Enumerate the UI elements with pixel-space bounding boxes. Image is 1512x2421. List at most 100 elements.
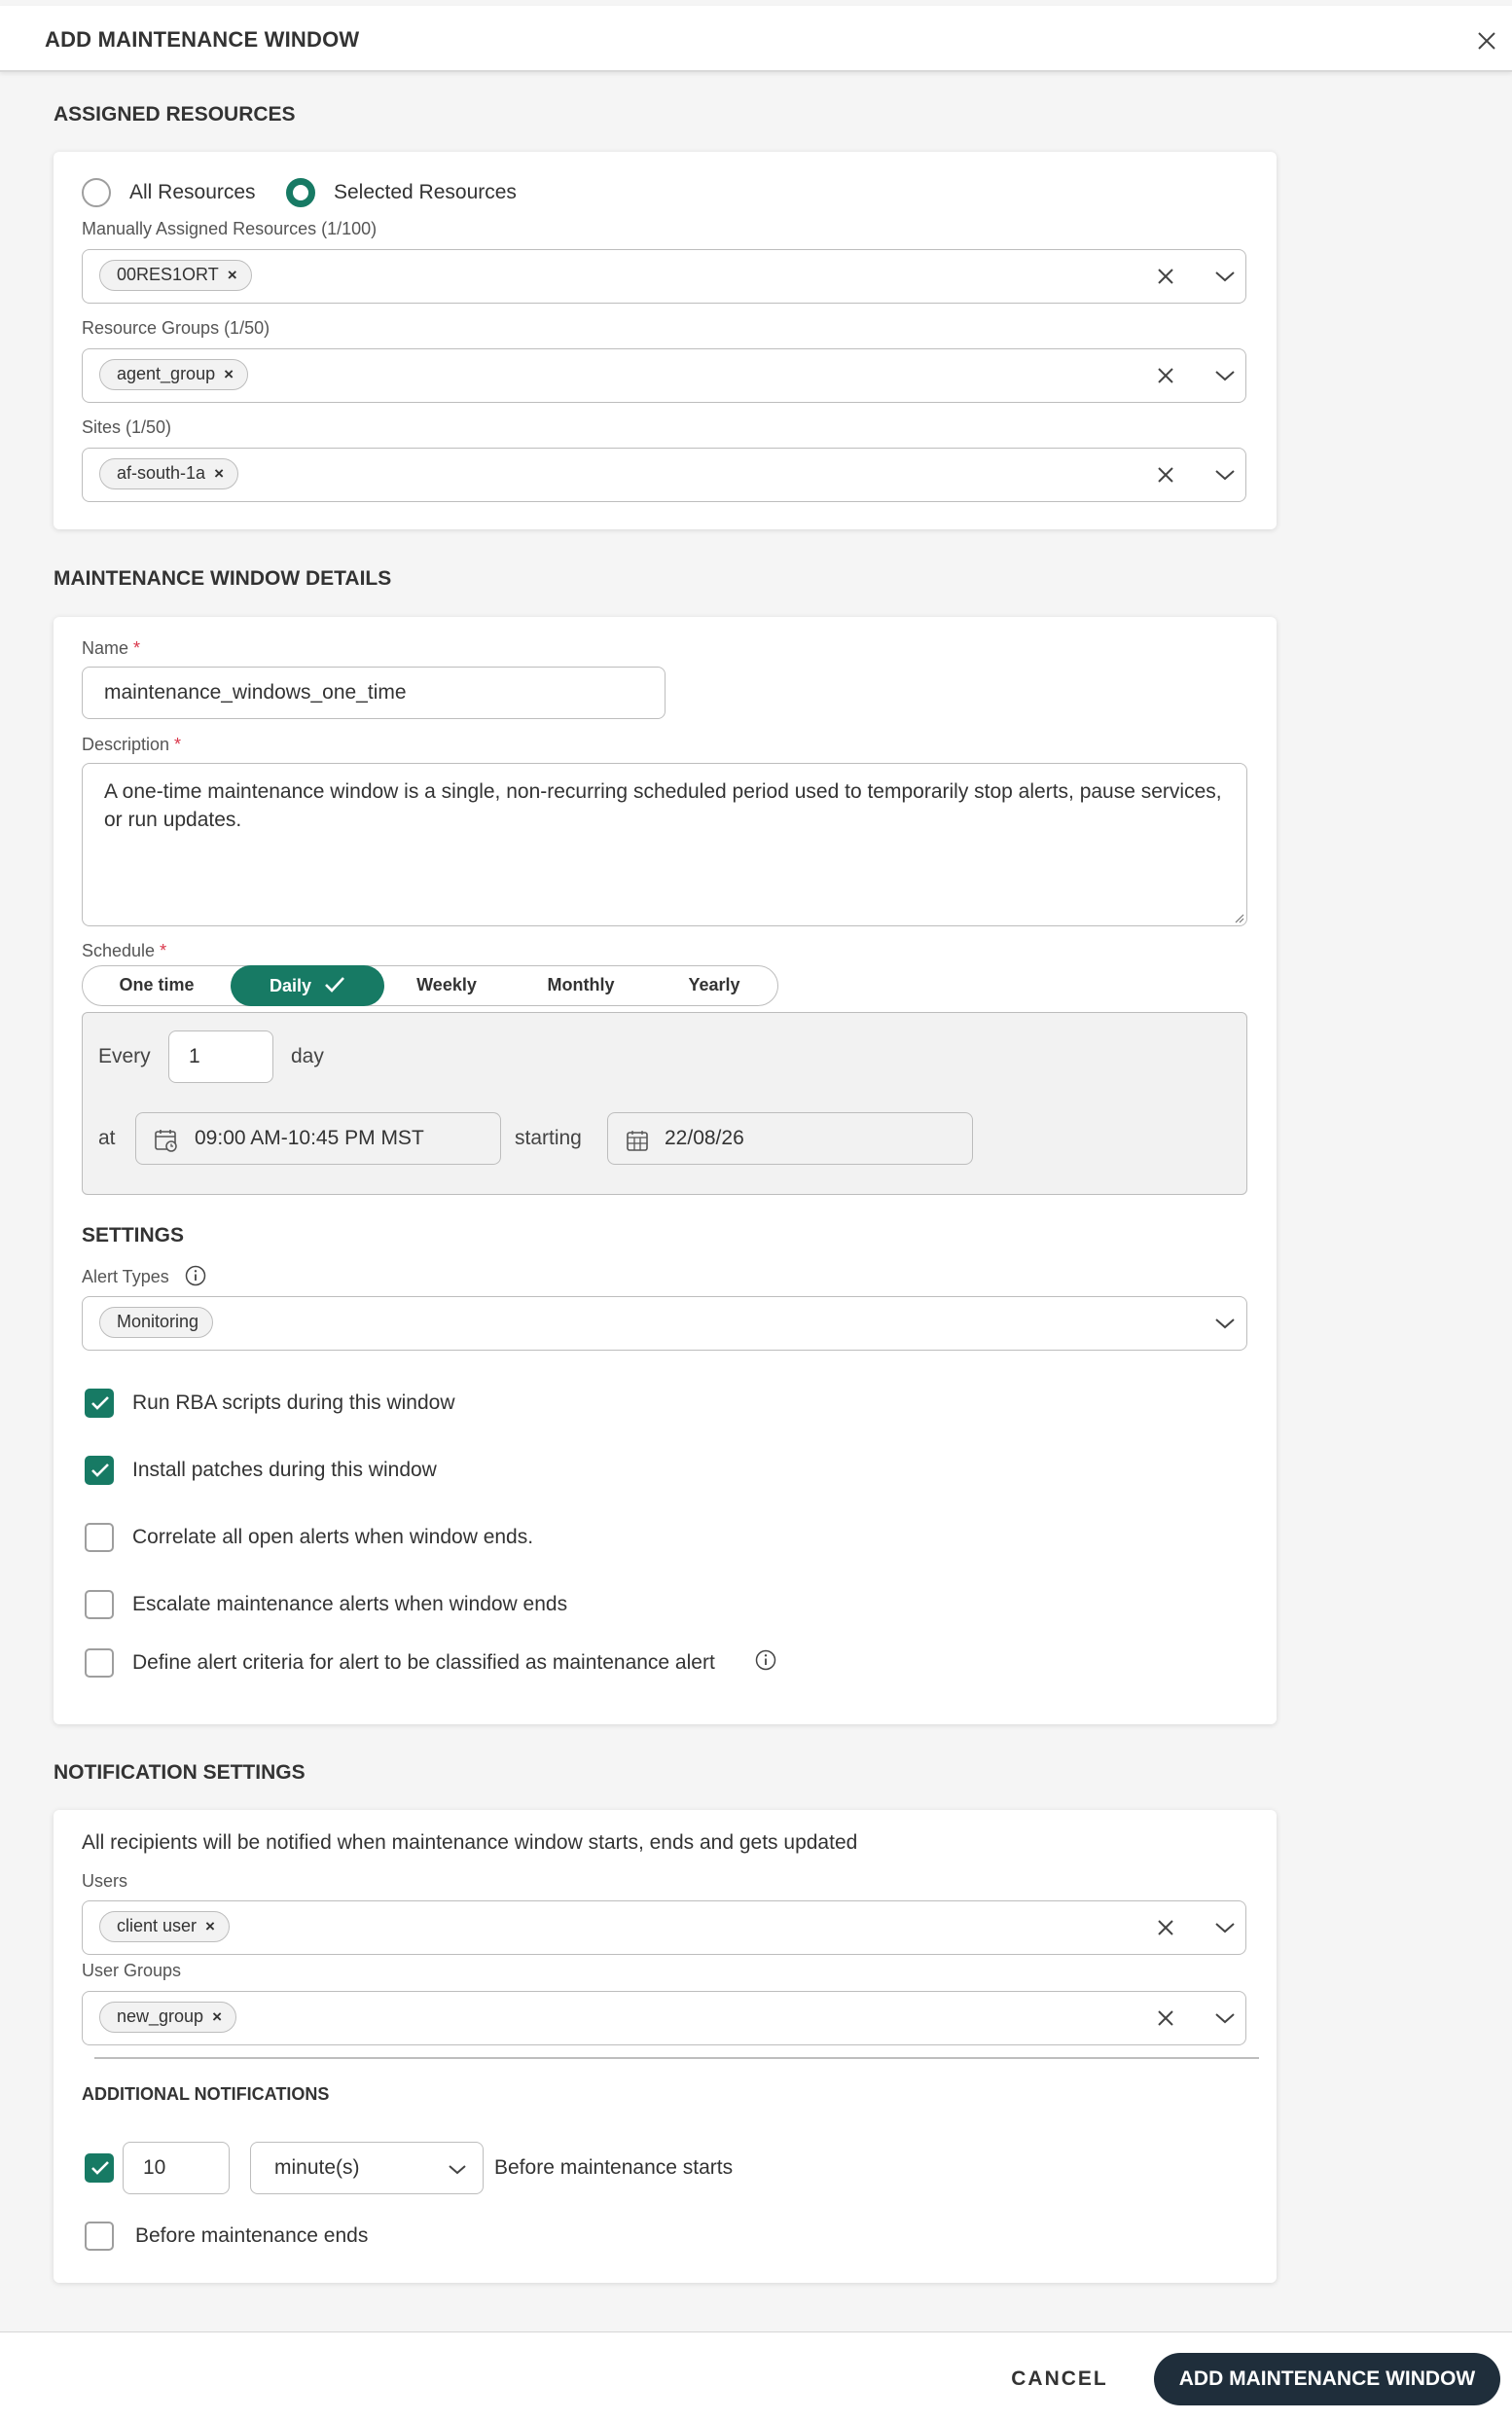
details-title: MAINTENANCE WINDOW DETAILS (54, 567, 392, 590)
before-start-unit-select[interactable]: minute(s) (250, 2142, 484, 2194)
cancel-button[interactable]: CANCEL (992, 2355, 1127, 2403)
check-icon (91, 1396, 109, 1410)
chip-label: agent_group (117, 364, 216, 383)
assigned-resources-title: ASSIGNED RESOURCES (54, 103, 296, 126)
resource-groups-label: Resource Groups (1/50) (82, 318, 270, 338)
chip-resource-group: agent_group × (99, 359, 249, 390)
resize-handle-icon[interactable] (1233, 912, 1244, 923)
chip-label: client user (117, 1916, 198, 1935)
time-range-input[interactable]: 09:00 AM-10:45 PM MST (135, 1112, 501, 1165)
modal-title: ADD MAINTENANCE WINDOW (45, 27, 360, 52)
calendar-icon (627, 1131, 648, 1151)
schedule-option-monthly[interactable]: Monthly (509, 966, 653, 1004)
sites-select[interactable]: af-south-1a × (82, 448, 1246, 502)
check-icon (91, 1463, 109, 1477)
checkbox-correlate-alerts-label: Correlate all open alerts when window en… (132, 1526, 534, 1548)
clear-icon[interactable] (1154, 2006, 1177, 2030)
chevron-down-icon[interactable] (1213, 265, 1237, 288)
checkbox-define-criteria-label: Define alert criteria for alert to be cl… (132, 1651, 715, 1674)
checkbox-define-criteria[interactable] (85, 1648, 114, 1678)
chip-label: 00RES1ORT (117, 265, 219, 284)
radio-selected-resources[interactable] (286, 178, 315, 207)
chip-remove-icon[interactable]: × (205, 1917, 215, 1935)
user-groups-label: User Groups (82, 1961, 182, 1980)
name-label-text: Name (82, 638, 129, 658)
checkbox-before-end[interactable] (85, 2222, 114, 2251)
check-icon (91, 2161, 109, 2175)
chevron-down-icon[interactable] (1213, 1916, 1237, 1939)
assigned-resources-card: All Resources Selected Resources Manuall… (54, 152, 1277, 529)
before-start-label: Before maintenance starts (494, 2156, 734, 2179)
description-label-text: Description (82, 735, 170, 754)
start-date-value: 22/08/26 (665, 1127, 744, 1149)
divider (94, 2057, 1259, 2059)
clear-icon[interactable] (1154, 265, 1177, 288)
notification-settings-card: All recipients will be notified when mai… (54, 1810, 1277, 2283)
radio-selected-resources-label: Selected Resources (334, 181, 517, 203)
schedule-label-text: Schedule (82, 941, 156, 960)
checkbox-escalate-alerts[interactable] (85, 1590, 114, 1619)
alert-types-select[interactable]: Monitoring (82, 1296, 1247, 1351)
at-label: at (98, 1127, 116, 1149)
chip-site: af-south-1a × (99, 458, 238, 489)
checkbox-correlate-alerts[interactable] (85, 1523, 114, 1552)
additional-notifications-title: ADDITIONAL NOTIFICATIONS (82, 2084, 330, 2104)
alert-types-label: Alert Types (82, 1267, 169, 1286)
every-input-value: 1 (189, 1045, 200, 1067)
chevron-down-icon[interactable] (1213, 1312, 1237, 1335)
chevron-down-icon[interactable] (1213, 463, 1237, 487)
schedule-option-one-time[interactable]: One time (83, 966, 231, 1004)
name-input[interactable]: maintenance_windows_one_time (82, 667, 666, 719)
every-label: Every (98, 1045, 151, 1067)
checkbox-install-patches[interactable] (85, 1456, 114, 1485)
chip-label: new_group (117, 2006, 204, 2026)
clear-icon[interactable] (1154, 364, 1177, 387)
add-maintenance-window-button[interactable]: ADD MAINTENANCE WINDOW (1154, 2353, 1500, 2405)
chip-label: Monitoring (117, 1312, 199, 1331)
chevron-down-icon[interactable] (1213, 2006, 1237, 2030)
every-input[interactable]: 1 (168, 1030, 273, 1083)
close-icon[interactable] (1475, 29, 1498, 53)
chip-user-group: new_group × (99, 2002, 237, 2033)
schedule-option-weekly[interactable]: Weekly (384, 966, 509, 1004)
info-icon[interactable] (185, 1265, 206, 1286)
manual-resources-select[interactable]: 00RES1ORT × (82, 249, 1246, 304)
chip-user: client user × (99, 1911, 230, 1942)
chip-alert-type: Monitoring (99, 1307, 214, 1338)
description-textarea[interactable]: A one-time maintenance window is a singl… (82, 763, 1247, 926)
time-range-value: 09:00 AM-10:45 PM MST (195, 1127, 424, 1149)
chevron-down-icon[interactable] (1213, 364, 1237, 387)
checkbox-run-rba-label: Run RBA scripts during this window (132, 1391, 455, 1414)
schedule-option-yearly[interactable]: Yearly (653, 966, 775, 1004)
every-unit: day (291, 1045, 324, 1067)
radio-all-resources[interactable] (82, 178, 111, 207)
chip-remove-icon[interactable]: × (224, 365, 234, 383)
name-label: Name * (82, 638, 141, 658)
before-start-amount-input[interactable]: 10 (123, 2142, 230, 2194)
check-icon (325, 977, 344, 993)
schedule-label: Schedule * (82, 941, 167, 960)
clear-icon[interactable] (1154, 463, 1177, 487)
description-label: Description * (82, 735, 182, 754)
users-label: Users (82, 1871, 128, 1891)
user-groups-select[interactable]: new_group × (82, 1991, 1246, 2045)
chip-remove-icon[interactable]: × (228, 266, 237, 284)
starting-label: starting (515, 1127, 582, 1149)
schedule-option-daily[interactable]: Daily (231, 965, 384, 1006)
checkbox-run-rba[interactable] (85, 1389, 114, 1418)
description-value: A one-time maintenance window is a singl… (104, 780, 1222, 831)
resource-groups-select[interactable]: agent_group × (82, 348, 1246, 403)
info-icon[interactable] (755, 1649, 776, 1671)
chip-remove-icon[interactable]: × (214, 464, 224, 483)
schedule-segmented-control: One time Daily Weekly Monthly Yearly (82, 965, 778, 1006)
name-input-value: maintenance_windows_one_time (104, 681, 407, 704)
clear-icon[interactable] (1154, 1916, 1177, 1939)
chip-label: af-south-1a (117, 463, 206, 483)
start-date-input[interactable]: 22/08/26 (607, 1112, 973, 1165)
radio-all-resources-label: All Resources (129, 181, 256, 203)
notification-intro-text: All recipients will be notified when mai… (82, 1831, 858, 1854)
chip-remove-icon[interactable]: × (212, 2007, 222, 2026)
checkbox-before-start[interactable] (85, 2153, 114, 2183)
calendar-clock-icon (155, 1130, 177, 1152)
users-select[interactable]: client user × (82, 1900, 1246, 1955)
